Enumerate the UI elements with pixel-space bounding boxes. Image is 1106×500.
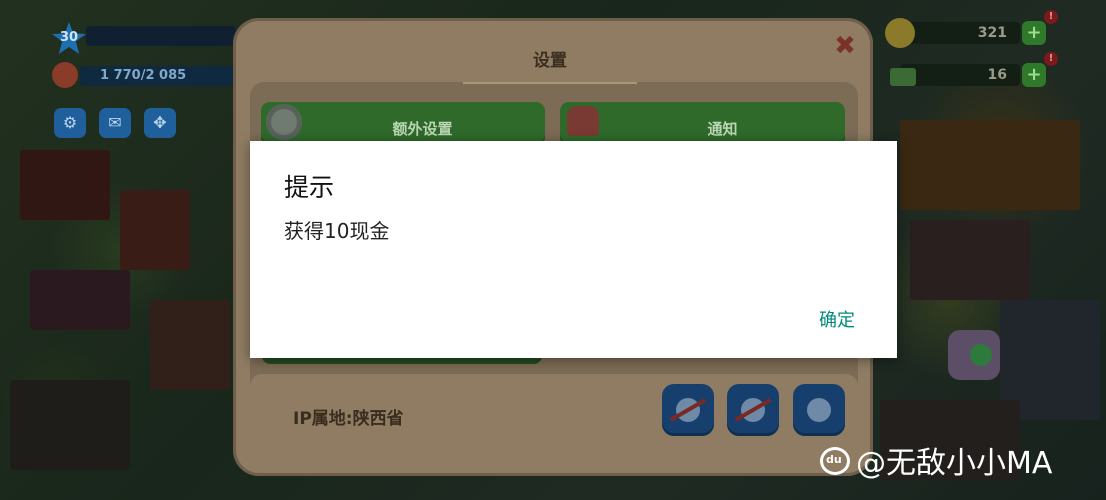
level-number: 30 — [59, 30, 79, 45]
plus-icon: + — [1026, 22, 1042, 43]
language-button[interactable] — [793, 384, 845, 436]
music-toggle-button[interactable] — [662, 384, 714, 436]
sound-toggle-button[interactable] — [727, 384, 779, 436]
extra-settings-label: 额外设置 — [392, 120, 453, 138]
add-cash-button[interactable]: + — [1022, 63, 1046, 87]
notifications-label: 通知 — [707, 120, 738, 138]
xp-progress-text: 1 770/2 085 — [100, 68, 187, 83]
coin-alert-badge: ! — [1044, 10, 1058, 24]
close-icon[interactable]: ✖ — [832, 32, 858, 60]
alert-dialog — [250, 141, 897, 358]
baidu-logo-text: du — [826, 453, 842, 466]
cash-alert-badge: ! — [1044, 52, 1058, 66]
cash-amount: 16 — [987, 67, 1007, 83]
watermark-text: @无敌小小MA — [856, 446, 1053, 481]
gear-icon — [266, 104, 302, 140]
bell-icon — [567, 106, 599, 136]
plus-icon: + — [1026, 64, 1042, 85]
baidu-paw-logo: du — [820, 447, 850, 475]
check-icon — [970, 344, 992, 366]
avatar[interactable] — [52, 62, 78, 88]
coin-amount: 321 — [977, 25, 1007, 41]
globe-icon — [807, 398, 831, 422]
dialog-title: 提示 — [284, 173, 335, 202]
ip-location-text: IP属地:陕西省 — [293, 409, 404, 429]
mail-hud-button[interactable]: ✉ — [99, 108, 131, 138]
move-icon: ✥ — [153, 113, 167, 132]
settings-tab-title: 设置 — [533, 51, 567, 71]
lab-flask-icon[interactable] — [948, 330, 1000, 380]
confirm-button[interactable]: 确定 — [804, 303, 870, 339]
mail-icon: ✉ — [108, 113, 122, 132]
settings-hud-button[interactable]: ⚙ — [54, 108, 86, 138]
gear-icon: ⚙ — [62, 113, 78, 132]
move-hud-button[interactable]: ✥ — [144, 108, 176, 138]
level-bar — [86, 26, 236, 46]
dialog-message: 获得10现金 — [284, 219, 390, 243]
add-coins-button[interactable]: + — [1022, 21, 1046, 45]
